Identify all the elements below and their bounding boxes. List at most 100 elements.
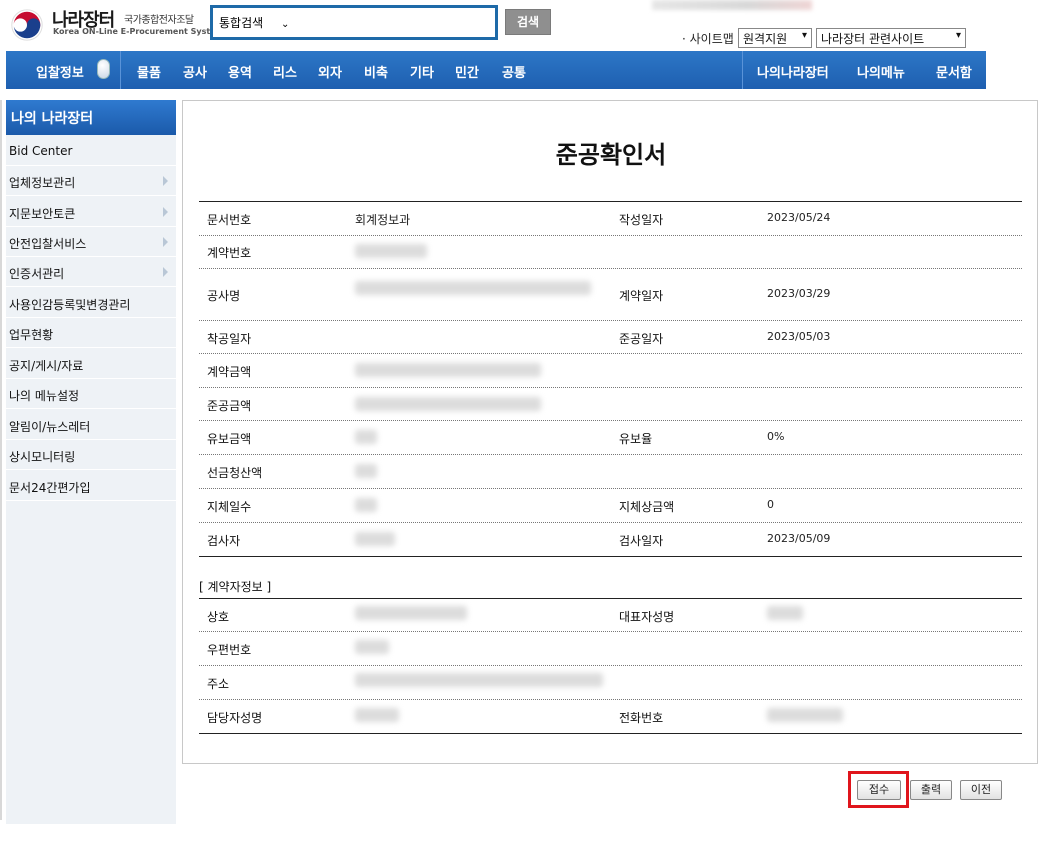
redacted-value [355, 606, 467, 620]
search-button[interactable]: 검색 [505, 9, 551, 35]
address-label: 주소 [207, 677, 230, 691]
written-date-label: 작성일자 [619, 213, 664, 227]
sidebar-item-newsletter[interactable]: 알림이/뉴스레터 [6, 410, 176, 440]
nav-construction[interactable]: 공사 [183, 62, 207, 81]
sidebar-item-label: 안전입찰서비스 [9, 237, 87, 251]
mouse-icon [97, 59, 110, 79]
nav-bid-info[interactable]: 입찰정보 [36, 62, 84, 81]
complete-amount-label: 준공금액 [207, 399, 252, 413]
inspection-date-value: 2023/05/09 [767, 532, 831, 545]
complete-date-value: 2023/05/03 [767, 330, 831, 343]
nav-service[interactable]: 용역 [228, 62, 252, 81]
nav-common[interactable]: 공통 [502, 62, 526, 81]
sidebar-item-seal-registration[interactable]: 사용인감등록및변경관리 [6, 288, 176, 318]
sidebar-item-safe-bid[interactable]: 안전입찰서비스 [6, 227, 176, 257]
redacted-value [355, 708, 399, 722]
nav-goods[interactable]: 물품 [137, 62, 161, 81]
sidebar-item-company-info[interactable]: 업체정보관리 [6, 166, 176, 196]
prev-button[interactable]: 이전 [960, 780, 1002, 800]
sidebar-item-notice[interactable]: 공지/게시/자료 [6, 349, 176, 379]
table-row-divider [199, 631, 1022, 632]
chevron-down-icon: ⌄ [281, 19, 290, 30]
contract-amount-label: 계약금액 [207, 365, 252, 379]
redacted-value [355, 464, 377, 478]
nav-private[interactable]: 민간 [455, 62, 479, 81]
table-row-divider [199, 699, 1022, 700]
nav-my-narajangteo[interactable]: 나의나라장터 [757, 62, 829, 81]
redacted-value [355, 532, 395, 546]
manager-label: 담당자성명 [207, 711, 263, 725]
sidebar-item-work-status[interactable]: 업무현황 [6, 318, 176, 348]
redacted-value [767, 708, 843, 722]
document-panel: 준공확인서 문서번호 회계정보과 작성일자 2023/05/24 계약번호 공사… [182, 100, 1038, 764]
retention-rate-label: 유보율 [619, 432, 653, 446]
sidebar-item-label: 사용인감등록및변경관리 [9, 298, 131, 312]
header: 나라장터 국가종합전자조달 Korea ON-Line E-Procuremen… [0, 0, 1059, 52]
table-row-divider [199, 454, 1022, 455]
search-box[interactable]: 통합검색 ⌄ [210, 5, 498, 40]
main-nav: 입찰정보 물품 공사 용역 리스 외자 비축 기타 민간 공통 나의나라장터 나… [6, 51, 986, 89]
remote-support-select[interactable]: 원격지원 ▾ [738, 28, 812, 48]
nav-lease[interactable]: 리스 [273, 62, 297, 81]
table-row-divider [199, 420, 1022, 421]
receive-button[interactable]: 접수 [857, 780, 901, 800]
sitemap-link[interactable]: · 사이트맵 [682, 30, 734, 47]
sidebar-item-certificate[interactable]: 인증서관리 [6, 257, 176, 287]
sidebar-item-menu-settings[interactable]: 나의 메뉴설정 [6, 379, 176, 409]
related-sites-select[interactable]: 나라장터 관련사이트 ▾ [816, 28, 966, 48]
redacted-value [355, 640, 389, 654]
sidebar-item-bid-center[interactable]: Bid Center [6, 136, 176, 166]
contract-date-label: 계약일자 [619, 289, 664, 303]
print-button[interactable]: 출력 [910, 780, 952, 800]
redacted-value [355, 430, 377, 444]
inspection-date-label: 검사일자 [619, 534, 664, 548]
logo-subtitle: 국가종합전자조달 [124, 15, 194, 26]
retention-amount-label: 유보금액 [207, 432, 252, 446]
nav-foreign[interactable]: 외자 [318, 62, 342, 81]
table-row-divider [199, 665, 1022, 666]
contractor-section-title: [ 계약자정보 ] [199, 580, 272, 594]
sidebar-item-label: 업무현황 [9, 328, 54, 342]
left-edge-border [0, 100, 2, 820]
sidebar-item-label: 지문보안토큰 [9, 207, 76, 221]
redacted-top-links [652, 0, 812, 10]
phone-label: 전화번호 [619, 711, 664, 725]
sidebar: 나의 나라장터 Bid Center 업체정보관리 지문보안토큰 안전입찰서비스… [6, 100, 176, 824]
nav-stockpile[interactable]: 비축 [364, 62, 388, 81]
start-date-label: 착공일자 [207, 332, 252, 346]
sidebar-item-label: 나의 메뉴설정 [9, 389, 80, 403]
sidebar-item-label: 인증서관리 [9, 267, 65, 281]
redacted-value [767, 606, 803, 620]
table-row-divider [199, 522, 1022, 523]
chevron-right-icon [163, 207, 168, 217]
company-label: 상호 [207, 610, 230, 624]
complete-date-label: 준공일자 [619, 332, 664, 346]
redacted-value [355, 281, 591, 295]
table-top-border [199, 598, 1022, 599]
remote-support-value: 원격지원 [743, 32, 788, 46]
sidebar-item-label: 문서24간편가입 [9, 481, 91, 495]
sidebar-item-fingerprint-token[interactable]: 지문보안토큰 [6, 197, 176, 227]
chevron-right-icon [163, 267, 168, 277]
project-name-label: 공사명 [207, 289, 241, 303]
nav-divider [742, 51, 743, 89]
nav-document-box[interactable]: 문서함 [936, 62, 972, 81]
table-row-divider [199, 488, 1022, 489]
doc-no-label: 문서번호 [207, 213, 252, 227]
search-scope-select[interactable]: 통합검색 ⌄ [219, 14, 319, 32]
sidebar-item-label: Bid Center [9, 144, 73, 158]
delay-penalty-value: 0 [767, 498, 774, 511]
sidebar-item-monitoring[interactable]: 상시모니터링 [6, 440, 176, 470]
table-row-divider [199, 353, 1022, 354]
sidebar-item-doc24[interactable]: 문서24간편가입 [6, 471, 176, 501]
taegeuk-logo-icon[interactable] [8, 6, 46, 44]
sidebar-title: 나의 나라장터 [6, 100, 176, 135]
nav-my-menu[interactable]: 나의메뉴 [857, 62, 905, 81]
table-row-divider [199, 320, 1022, 321]
table-row-divider [199, 387, 1022, 388]
written-date-value: 2023/05/24 [767, 211, 831, 224]
nav-etc[interactable]: 기타 [410, 62, 434, 81]
redacted-value [355, 244, 427, 258]
ceo-label: 대표자성명 [619, 610, 675, 624]
delay-days-label: 지체일수 [207, 500, 252, 514]
